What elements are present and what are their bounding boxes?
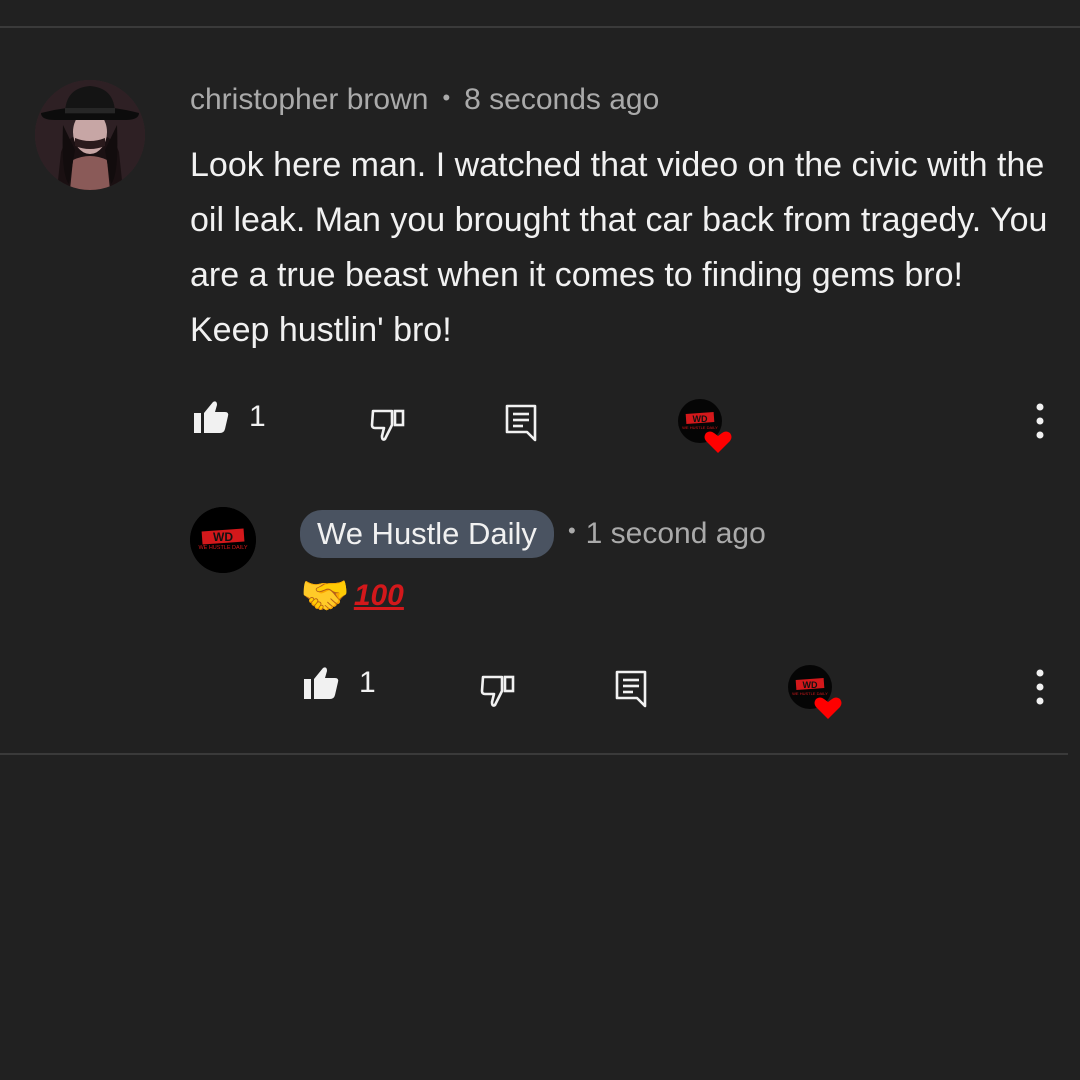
reply-button[interactable] [505, 404, 539, 442]
meta-separator: • [442, 85, 451, 110]
reply-dislike-button[interactable] [480, 674, 516, 708]
reply-timestamp[interactable]: 1 second ago [586, 517, 766, 551]
hundred-emoji: 100 [353, 579, 404, 612]
thumbs-down-icon [480, 675, 515, 707]
heart-avatar-logo-subtitle: WE HUSTLE DAILY [792, 691, 828, 696]
comment-meta: christopher brown • 8 seconds ago [190, 83, 659, 117]
handshake-emoji: 🤝 [300, 574, 350, 618]
owner-badge[interactable]: We Hustle Daily [300, 510, 554, 558]
reply-reply-button[interactable] [615, 670, 649, 708]
thumbs-up-icon [194, 401, 229, 433]
channel-avatar[interactable]: WD WE HUSTLE DAILY [190, 507, 256, 573]
thumbs-up-icon [304, 667, 339, 699]
channel-logo: WD WE HUSTLE DAILY [190, 507, 256, 573]
heart-avatar-logo-subtitle: WE HUSTLE DAILY [682, 425, 718, 430]
comment-author[interactable]: christopher brown [190, 83, 428, 116]
like-count: 1 [249, 400, 266, 433]
commenter-avatar-image [35, 80, 145, 190]
comment-timestamp[interactable]: 8 seconds ago [464, 83, 659, 116]
creator-heart-avatar: WD WE HUSTLE DAILY [678, 399, 732, 453]
heart-avatar-logo-text: WD [803, 680, 818, 690]
creator-heart-avatar: WD WE HUSTLE DAILY [788, 665, 842, 719]
channel-logo-text: WD [213, 530, 233, 544]
more-options-button[interactable] [1030, 403, 1050, 439]
top-divider [0, 26, 1080, 28]
heart-icon [814, 697, 842, 719]
dislike-button[interactable] [370, 408, 406, 442]
more-vertical-icon [1036, 669, 1044, 705]
reply-body: 🤝 100 [300, 572, 404, 624]
meta-separator: • [567, 518, 576, 543]
reply-icon [615, 670, 647, 708]
heart-icon [704, 431, 732, 453]
commenter-avatar[interactable] [35, 80, 145, 190]
reply-meta: We Hustle Daily • 1 second ago [300, 510, 766, 558]
bottom-divider [0, 753, 1068, 755]
like-button[interactable]: 1 [193, 400, 266, 434]
reply-like-count: 1 [359, 666, 376, 699]
heart-avatar-logo-text: WD [693, 414, 708, 424]
channel-logo-subtitle: WE HUSTLE DAILY [198, 545, 247, 551]
more-vertical-icon [1036, 403, 1044, 439]
reply-creator-heart[interactable]: WD WE HUSTLE DAILY [787, 664, 845, 722]
reply-icon [505, 404, 537, 442]
comment-body: Look here man. I watched that video on t… [190, 146, 1048, 349]
reply-more-options-button[interactable] [1030, 669, 1050, 705]
reply-like-button[interactable]: 1 [303, 666, 376, 700]
creator-heart[interactable]: WD WE HUSTLE DAILY [677, 398, 735, 456]
thumbs-down-icon [370, 409, 405, 441]
